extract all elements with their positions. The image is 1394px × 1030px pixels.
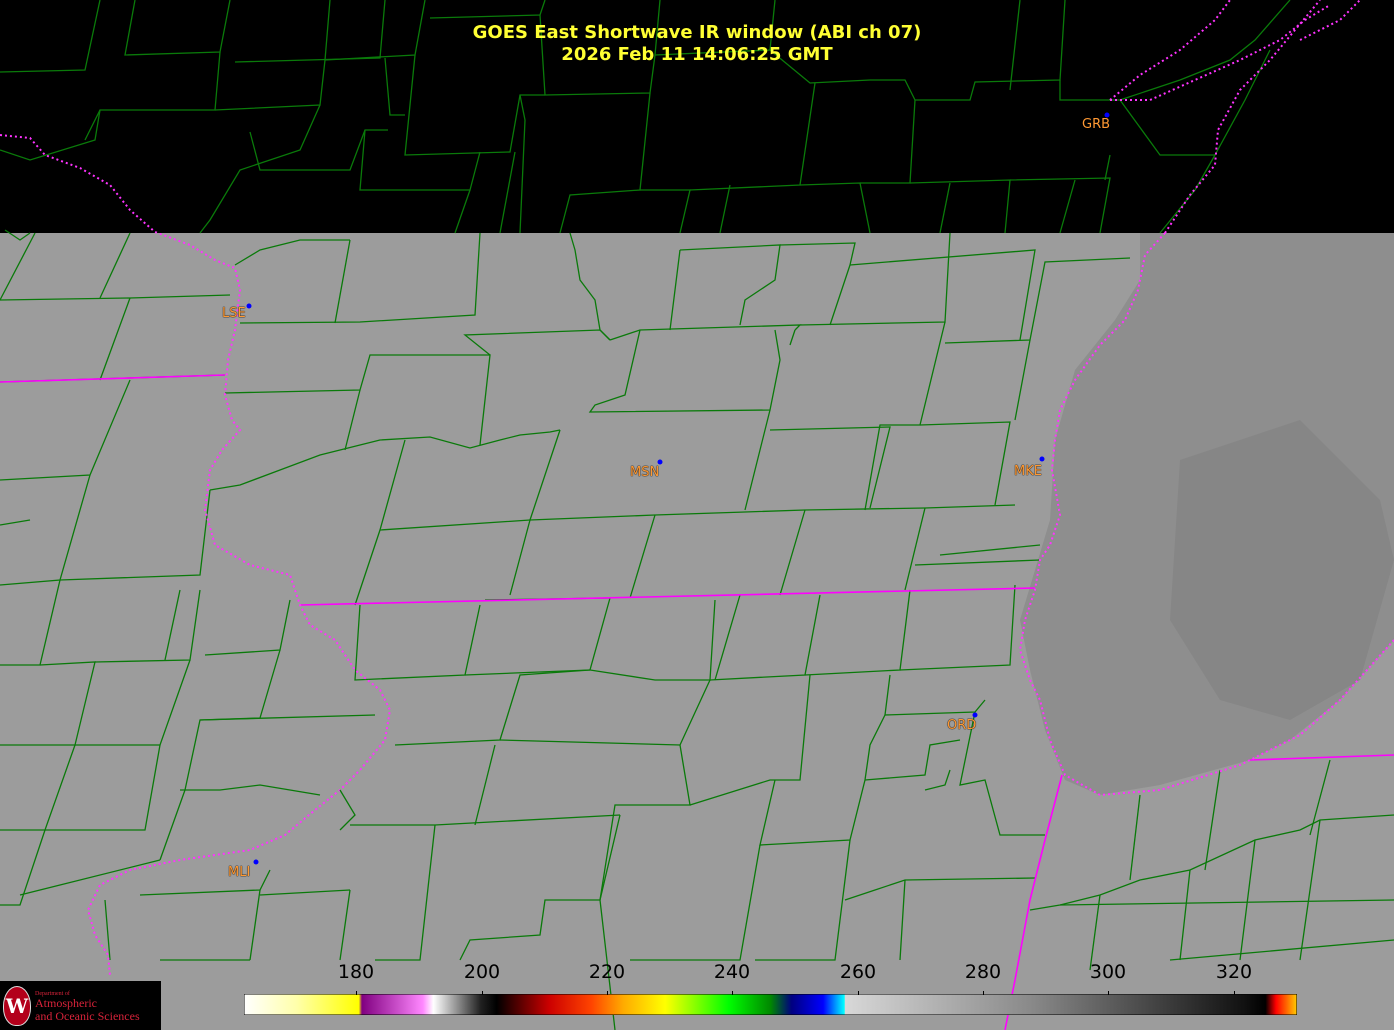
- station-label-lse: LSE: [222, 306, 246, 321]
- station-label-mke: MKE: [1014, 464, 1042, 479]
- station-label-msn: MSN: [630, 465, 660, 480]
- uw-seal-icon: W: [3, 986, 31, 1026]
- colorbar-tick: [1108, 991, 1109, 995]
- station-label-ord: ORD: [947, 718, 977, 733]
- colorbar-tick: [732, 991, 733, 995]
- title-line-1: GOES East Shortwave IR window (ABI ch 07…: [472, 22, 922, 43]
- colorbar-tick-label: 320: [1215, 961, 1253, 983]
- aos-logo: W Department of Atmospheric and Oceanic …: [0, 981, 161, 1030]
- logo-name-line-2: and Oceanic Sciences: [35, 1009, 140, 1023]
- colorbar-tick: [482, 991, 483, 995]
- colorbar-tick: [356, 991, 357, 995]
- logo-name-text: Atmospheric and Oceanic Sciences: [35, 997, 140, 1023]
- colorbar-tick-label: 260: [839, 961, 877, 983]
- title-line-2: 2026 Feb 11 14:06:25 GMT: [561, 44, 833, 65]
- colorbar-tick-label: 200: [463, 961, 501, 983]
- satellite-map: [0, 0, 1394, 1030]
- colorbar-tick-label: 220: [588, 961, 626, 983]
- colorbar-tick: [983, 991, 984, 995]
- colorbar-tick-label: 300: [1089, 961, 1127, 983]
- colorbar-tick-label: 180: [337, 961, 375, 983]
- colorbar-tick: [1234, 991, 1235, 995]
- colorbar-tick-label: 240: [713, 961, 751, 983]
- station-label-grb: GRB: [1082, 117, 1111, 132]
- colorbar: [244, 994, 1297, 1015]
- colorbar-tick-label: 280: [964, 961, 1002, 983]
- colorbar-tick: [607, 991, 608, 995]
- logo-name-line-1: Atmospheric: [35, 996, 97, 1010]
- station-label-mli: MLI: [228, 865, 251, 880]
- colorbar-tick: [858, 991, 859, 995]
